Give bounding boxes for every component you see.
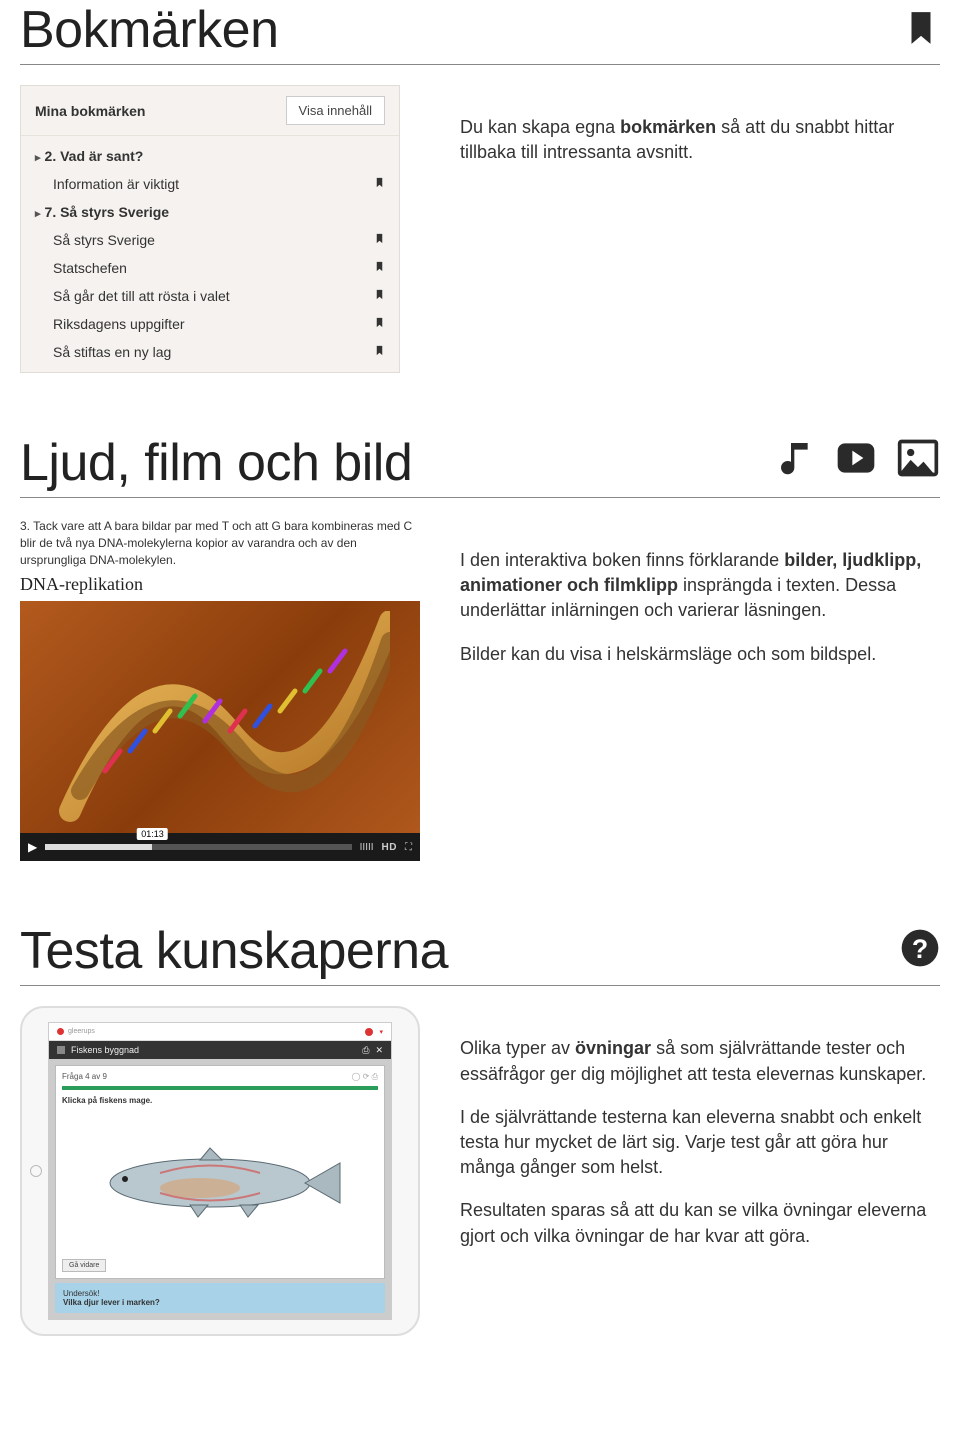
bookmark-item[interactable]: Så styrs Sverige: [21, 226, 399, 254]
hd-label[interactable]: HD: [382, 842, 397, 853]
quiz-progress-label: Fråga 4 av 9: [62, 1072, 107, 1082]
menu-icon[interactable]: [57, 1046, 65, 1054]
bookmark-icon: [902, 9, 940, 52]
bookmarks-list: 2. Vad är sant? Information är viktigt 7…: [21, 136, 399, 372]
bookmark-icon: [374, 177, 385, 191]
dna-video-player[interactable]: ▶ 01:13 IIIII HD ⛶: [20, 601, 420, 861]
image-icon: [896, 436, 940, 485]
media-header: Ljud, film och bild: [20, 433, 940, 498]
bookmarks-panel-header: Mina bokmärken Visa innehåll: [21, 86, 399, 136]
section-test: Testa kunskaperna ? gleerups: [20, 921, 940, 1336]
show-content-button[interactable]: Visa innehåll: [286, 96, 385, 125]
bookmark-item-label: Så styrs Sverige: [53, 232, 155, 248]
bookmark-item[interactable]: Riksdagens uppgifter: [21, 310, 399, 338]
bookmarks-body: Du kan skapa egna bokmärken så att du sn…: [460, 115, 940, 165]
svg-text:?: ?: [912, 934, 928, 964]
bookmark-item[interactable]: Statschefen: [21, 254, 399, 282]
test-title: Testa kunskaperna: [20, 921, 448, 981]
volume-icon[interactable]: IIIII: [360, 842, 374, 853]
bookmarks-panel: Mina bokmärken Visa innehåll 2. Vad är s…: [20, 85, 400, 373]
media-title: Ljud, film och bild: [20, 433, 412, 493]
bookmark-icon: [374, 345, 385, 359]
bookmark-item-label: Riksdagens uppgifter: [53, 316, 185, 332]
note-line2: Vilka djur lever i marken?: [63, 1298, 377, 1307]
close-icon[interactable]: ✕: [375, 1045, 383, 1056]
dna-image: [50, 611, 390, 831]
bookmarks-title: Bokmärken: [20, 0, 279, 60]
quiz-instruction: Klicka på fiskens mage.: [62, 1096, 378, 1105]
bookmarks-header: Bokmärken: [20, 0, 940, 65]
quiz-progress-bar: [62, 1086, 378, 1090]
bookmarks-panel-title: Mina bokmärken: [35, 103, 145, 119]
media-header-icons: [776, 436, 940, 493]
fullscreen-icon[interactable]: ⛶: [405, 842, 412, 853]
test-body-3: Resultaten sparas så att du kan se vilka…: [460, 1198, 940, 1248]
quiz-card: Fråga 4 av 9 ◯ ⟳ ⎙ Klicka på fiskens mag…: [55, 1065, 385, 1279]
bookmarks-header-icons: [902, 9, 940, 60]
bookmark-item-label: Så går det till att rösta i valet: [53, 288, 230, 304]
dna-label: DNA-replikation: [20, 574, 420, 595]
test-header-icons: ?: [900, 928, 940, 981]
bookmark-item-label: Statschefen: [53, 260, 127, 276]
bookmark-icon: [374, 233, 385, 247]
question-icon: ?: [900, 928, 940, 973]
next-button[interactable]: Gå vidare: [62, 1259, 106, 1272]
user-label: ▾: [379, 1028, 383, 1036]
bookmark-group[interactable]: 7. Så styrs Sverige: [21, 198, 399, 226]
bookmark-item[interactable]: Så stiftas en ny lag: [21, 338, 399, 366]
video-controls: ▶ 01:13 IIIII HD ⛶: [20, 833, 420, 861]
bookmark-icon: [374, 261, 385, 275]
note-line1: Undersök!: [63, 1289, 377, 1298]
tablet-bar-title: Fiskens byggnad: [71, 1045, 139, 1055]
bookmark-item[interactable]: Information är viktigt: [21, 170, 399, 198]
avatar-icon: [365, 1028, 373, 1036]
media-body-1: I den interaktiva boken finns förklarand…: [460, 548, 940, 624]
section-bookmarks: Bokmärken Mina bokmärken Visa innehåll 2…: [20, 0, 940, 373]
bookmark-item-label: Så stiftas en ny lag: [53, 344, 171, 360]
music-icon: [776, 438, 816, 483]
print-icon[interactable]: ⎙: [362, 1045, 369, 1056]
bookmark-icon: [374, 317, 385, 331]
tablet-screen: gleerups ▾ Fiskens byggnad ⎙ ✕: [48, 1022, 392, 1320]
tablet-topbar: gleerups ▾: [49, 1023, 391, 1041]
brand-dot-icon: [57, 1028, 64, 1035]
quiz-meta: ◯ ⟳ ⎙: [351, 1072, 378, 1082]
bookmark-item-label: Information är viktigt: [53, 176, 179, 192]
play-button[interactable]: ▶: [28, 840, 37, 854]
video-icon: [834, 436, 878, 485]
bookmark-group[interactable]: 2. Vad är sant?: [21, 142, 399, 170]
dna-caption: 3. Tack vare att A bara bildar par med T…: [20, 518, 420, 568]
bookmark-icon: [374, 289, 385, 303]
test-body-2: I de självrättande testerna kan eleverna…: [460, 1105, 940, 1181]
tablet-titlebar: Fiskens byggnad ⎙ ✕: [49, 1041, 391, 1059]
section-media: Ljud, film och bild 3. Tack vare att A b…: [20, 433, 940, 861]
test-body-1: Olika typer av övningar så som självrätt…: [460, 1036, 940, 1086]
video-progress[interactable]: 01:13: [45, 844, 351, 850]
media-body-2: Bilder kan du visa i helskärmsläge och s…: [460, 642, 940, 667]
quiz-note[interactable]: Undersök! Vilka djur lever i marken?: [55, 1283, 385, 1313]
brand-text: gleerups: [68, 1028, 95, 1035]
video-time: 01:13: [137, 828, 168, 840]
tablet-mock: gleerups ▾ Fiskens byggnad ⎙ ✕: [20, 1006, 420, 1336]
fish-illustration[interactable]: [62, 1111, 378, 1255]
tablet-home-button[interactable]: [30, 1165, 42, 1177]
test-header: Testa kunskaperna ?: [20, 921, 940, 986]
bookmark-item[interactable]: Så går det till att rösta i valet: [21, 282, 399, 310]
